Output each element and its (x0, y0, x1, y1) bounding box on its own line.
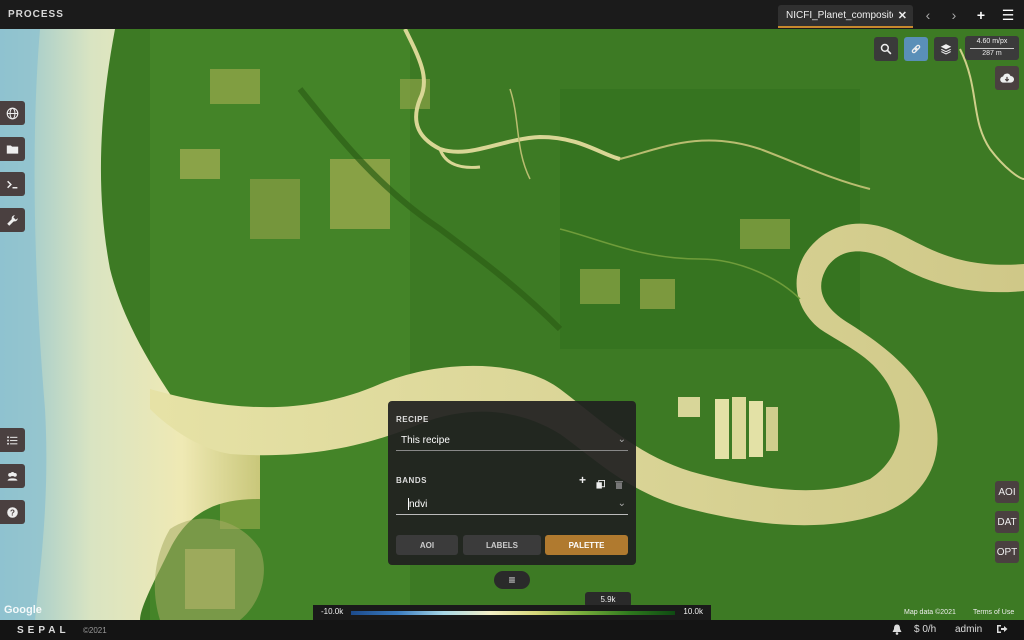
scale-resolution: 4.60 m/px (976, 38, 1008, 45)
bands-select-value: ndvi (409, 499, 428, 510)
recipe-label: RECIPE (396, 415, 429, 424)
panel-menu-button[interactable]: ≡ (494, 571, 530, 589)
google-logo: Google (4, 604, 42, 616)
legend-gradient-bar (351, 611, 675, 615)
link-icon (911, 44, 921, 54)
legend-max: 10.0k (683, 607, 703, 616)
search-icon (880, 43, 892, 55)
chevron-right-icon[interactable]: › (944, 5, 964, 25)
user-menu[interactable]: admin (955, 624, 982, 635)
sidebar-item-users[interactable] (0, 464, 25, 488)
hamburger-icon: ≡ (508, 573, 516, 587)
plus-icon[interactable]: + (971, 5, 991, 25)
sidebar-item-browse[interactable] (0, 137, 25, 161)
chevron-down-icon: ⌄ (617, 498, 626, 509)
wrench-icon (7, 214, 18, 226)
users-icon (7, 471, 18, 481)
aoi-tab-button[interactable]: AOI (396, 535, 458, 555)
dates-panel-button[interactable]: DAT (995, 511, 1019, 533)
globe-icon (6, 107, 19, 119)
sidebar-item-terminal[interactable] (0, 172, 25, 196)
link-button[interactable] (904, 37, 928, 61)
add-band-icon[interactable]: + (579, 473, 586, 487)
palette-tab-button[interactable]: PALETTE (545, 535, 628, 555)
chevron-left-icon[interactable]: ‹ (918, 5, 938, 25)
cloud-download-icon (1000, 73, 1014, 83)
options-panel-button[interactable]: OPT (995, 541, 1019, 563)
close-icon[interactable]: ✕ (898, 9, 907, 22)
top-bar: PROCESS NICFI_Planet_composite ✕ ‹ › + ☰ (0, 0, 1024, 29)
app-root: PROCESS NICFI_Planet_composite ✕ ‹ › + ☰ (0, 0, 1024, 640)
layers-icon (940, 44, 952, 55)
help-icon: ? (7, 506, 18, 518)
sidebar-item-help[interactable]: ? (0, 500, 25, 524)
search-button[interactable] (874, 37, 898, 61)
chevron-down-icon: ⌄ (617, 434, 626, 445)
terminal-icon (7, 180, 18, 188)
svg-text:?: ? (10, 508, 15, 517)
folder-icon (6, 144, 19, 154)
sidebar-item-tools[interactable] (0, 208, 25, 232)
section-title: PROCESS (8, 9, 64, 20)
layer-settings-panel: RECIPE This recipe ⌄ BANDS + ndvi ⌄ AOI … (388, 401, 636, 565)
menu-icon[interactable]: ☰ (998, 5, 1018, 25)
copyright: ©2021 (83, 626, 107, 635)
text-cursor (408, 498, 409, 510)
map-data-attribution: Map data ©2021 (904, 609, 956, 616)
legend-min: -10.0k (321, 607, 344, 616)
download-button[interactable] (995, 66, 1019, 90)
usage-rate[interactable]: $ 0/h (914, 624, 936, 635)
recipe-select[interactable]: This recipe ⌄ (396, 431, 628, 451)
trash-icon[interactable] (615, 476, 623, 489)
task-list-icon (7, 435, 18, 445)
color-legend: -10.0k 10.0k (313, 605, 711, 620)
recipe-select-value: This recipe (401, 435, 450, 446)
terms-of-use-link[interactable]: Terms of Use (973, 609, 1014, 616)
sidebar-item-tasks[interactable] (0, 428, 25, 452)
labels-tab-button[interactable]: LABELS (463, 535, 541, 555)
scale-distance: 287 m (982, 50, 1002, 57)
aoi-panel-button[interactable]: AOI (995, 481, 1019, 503)
scale-indicator: 4.60 m/px 287 m (965, 36, 1019, 60)
sidebar-item-recipes[interactable] (0, 101, 25, 125)
tab-label: NICFI_Planet_composite (786, 10, 893, 21)
scale-line (970, 48, 1014, 49)
bands-select[interactable]: ndvi ⌄ (396, 495, 628, 515)
recipe-tab[interactable]: NICFI_Planet_composite ✕ (778, 5, 913, 28)
bell-icon[interactable] (892, 624, 902, 638)
copy-band-icon[interactable] (596, 476, 605, 489)
bottom-bar: SEPAL ©2021 $ 0/h admin (0, 620, 1024, 640)
logout-icon[interactable] (996, 624, 1008, 637)
bands-label: BANDS (396, 476, 427, 485)
layers-button[interactable] (934, 37, 958, 61)
sepal-logo: SEPAL (17, 625, 70, 636)
